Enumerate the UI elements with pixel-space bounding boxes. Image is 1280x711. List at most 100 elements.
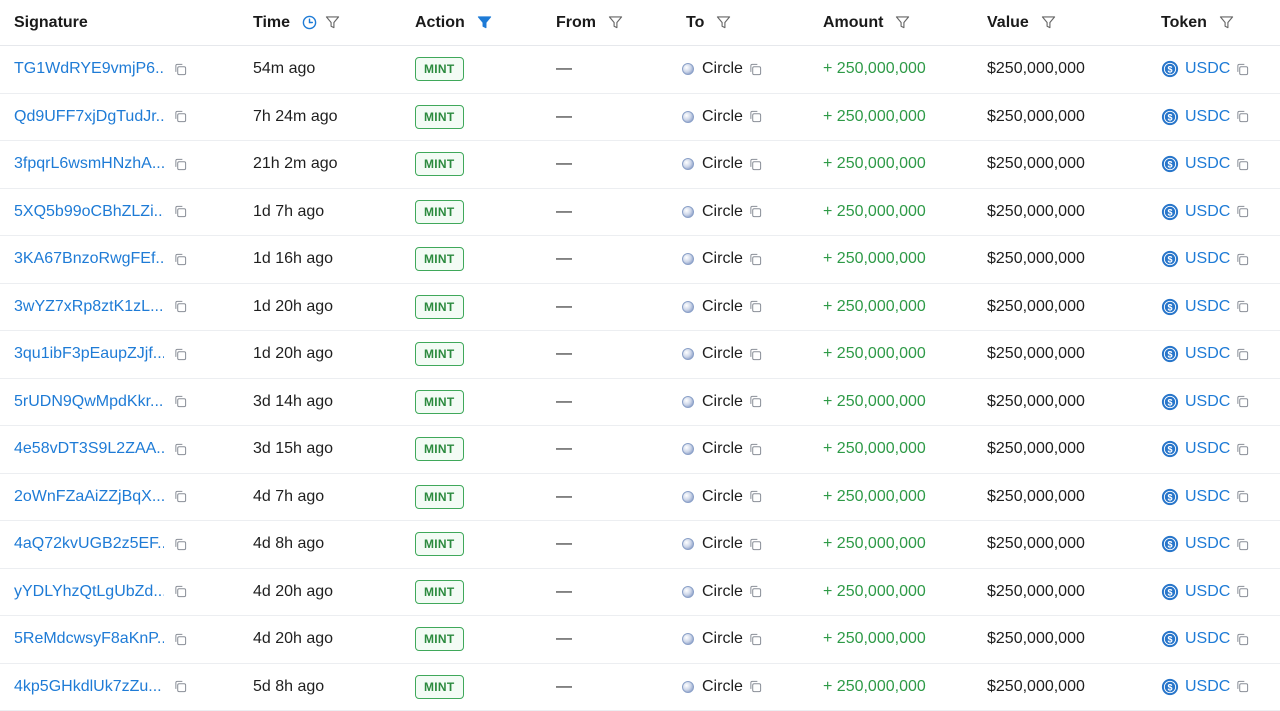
- to-label[interactable]: Circle: [702, 345, 743, 363]
- token-link[interactable]: USDC: [1185, 345, 1230, 363]
- to-label[interactable]: Circle: [702, 440, 743, 458]
- copy-icon[interactable]: [749, 205, 762, 218]
- token-link[interactable]: USDC: [1185, 203, 1230, 221]
- copy-icon[interactable]: [174, 63, 187, 76]
- circle-logo-icon: [682, 206, 694, 218]
- token-link[interactable]: USDC: [1185, 440, 1230, 458]
- copy-icon[interactable]: [749, 538, 762, 551]
- signature-link[interactable]: 2oWnFZaAiZZjBqX...: [14, 488, 164, 506]
- token-link[interactable]: USDC: [1185, 393, 1230, 411]
- to-label[interactable]: Circle: [702, 488, 743, 506]
- to-label[interactable]: Circle: [702, 203, 743, 221]
- copy-icon[interactable]: [174, 633, 187, 646]
- copy-icon[interactable]: [1236, 348, 1249, 361]
- token-link[interactable]: USDC: [1185, 535, 1230, 553]
- clock-icon[interactable]: [302, 15, 317, 30]
- copy-icon[interactable]: [174, 395, 187, 408]
- signature-link[interactable]: TG1WdRYE9vmjP6...: [14, 60, 164, 78]
- copy-icon[interactable]: [1236, 538, 1249, 551]
- copy-icon[interactable]: [749, 633, 762, 646]
- signature-link[interactable]: 3fpqrL6wsmHNzhA...: [14, 155, 164, 173]
- copy-icon[interactable]: [1236, 443, 1249, 456]
- copy-icon[interactable]: [174, 110, 187, 123]
- copy-icon[interactable]: [174, 538, 187, 551]
- to-label[interactable]: Circle: [702, 60, 743, 78]
- token-link[interactable]: USDC: [1185, 108, 1230, 126]
- copy-icon[interactable]: [1236, 490, 1249, 503]
- copy-icon[interactable]: [749, 253, 762, 266]
- copy-icon[interactable]: [1236, 395, 1249, 408]
- copy-icon[interactable]: [749, 395, 762, 408]
- value-cell: $250,000,000: [987, 141, 1085, 188]
- to-label[interactable]: Circle: [702, 298, 743, 316]
- table-row: 4kp5GHkdlUk7zZu... 5d 8h ago MINT — Circ…: [0, 664, 1280, 711]
- signature-link[interactable]: 3wYZ7xRp8ztK1zL...: [14, 298, 164, 316]
- copy-icon[interactable]: [1236, 253, 1249, 266]
- token-link[interactable]: USDC: [1185, 250, 1230, 268]
- copy-icon[interactable]: [749, 110, 762, 123]
- signature-link[interactable]: yYDLYhzQtLgUbZd...: [14, 583, 164, 601]
- copy-icon[interactable]: [749, 443, 762, 456]
- token-link[interactable]: USDC: [1185, 298, 1230, 316]
- copy-icon[interactable]: [174, 680, 187, 693]
- signature-link[interactable]: 4kp5GHkdlUk7zZu...: [14, 678, 164, 696]
- copy-icon[interactable]: [749, 63, 762, 76]
- token-link[interactable]: USDC: [1185, 60, 1230, 78]
- to-label[interactable]: Circle: [702, 678, 743, 696]
- signature-link[interactable]: 4aQ72kvUGB2z5EF...: [14, 535, 164, 553]
- svg-text:$: $: [1167, 255, 1172, 265]
- copy-icon[interactable]: [1236, 680, 1249, 693]
- copy-icon[interactable]: [749, 348, 762, 361]
- copy-icon[interactable]: [174, 205, 187, 218]
- signature-link[interactable]: 3KA67BnzoRwgFEf...: [14, 250, 164, 268]
- filter-icon[interactable]: [608, 15, 623, 30]
- column-value-label: Value: [987, 14, 1029, 32]
- filter-icon[interactable]: [325, 15, 340, 30]
- signature-link[interactable]: Qd9UFF7xjDgTudJr...: [14, 108, 164, 126]
- to-label[interactable]: Circle: [702, 250, 743, 268]
- signature-link[interactable]: 4e58vDT3S9L2ZAA...: [14, 440, 164, 458]
- copy-icon[interactable]: [749, 490, 762, 503]
- filter-icon[interactable]: [716, 15, 731, 30]
- copy-icon[interactable]: [749, 158, 762, 171]
- to-label[interactable]: Circle: [702, 630, 743, 648]
- copy-icon[interactable]: [749, 300, 762, 313]
- copy-icon[interactable]: [1236, 585, 1249, 598]
- copy-icon[interactable]: [749, 680, 762, 693]
- to-label[interactable]: Circle: [702, 393, 743, 411]
- token-link[interactable]: USDC: [1185, 583, 1230, 601]
- filter-icon[interactable]: [1219, 15, 1234, 30]
- signature-link[interactable]: 5XQ5b99oCBhZLZi...: [14, 203, 164, 221]
- copy-icon[interactable]: [1236, 300, 1249, 313]
- copy-icon[interactable]: [1236, 205, 1249, 218]
- to-label[interactable]: Circle: [702, 535, 743, 553]
- signature-link[interactable]: 3qu1ibF3pEaupZJjf...: [14, 345, 164, 363]
- signature-link[interactable]: 5rUDN9QwMpdKkr...: [14, 393, 164, 411]
- to-label[interactable]: Circle: [702, 583, 743, 601]
- filter-active-icon[interactable]: [477, 15, 492, 30]
- copy-icon[interactable]: [174, 158, 187, 171]
- to-label[interactable]: Circle: [702, 108, 743, 126]
- copy-icon[interactable]: [749, 585, 762, 598]
- usdc-icon: $: [1161, 60, 1179, 78]
- token-link[interactable]: USDC: [1185, 678, 1230, 696]
- time-cell: 1d 16h ago: [253, 236, 333, 283]
- action-cell: MINT: [415, 189, 464, 236]
- copy-icon[interactable]: [174, 300, 187, 313]
- copy-icon[interactable]: [174, 253, 187, 266]
- copy-icon[interactable]: [1236, 110, 1249, 123]
- copy-icon[interactable]: [1236, 633, 1249, 646]
- token-link[interactable]: USDC: [1185, 488, 1230, 506]
- signature-link[interactable]: 5ReMdcwsyF8aKnP...: [14, 630, 164, 648]
- filter-icon[interactable]: [895, 15, 910, 30]
- copy-icon[interactable]: [174, 490, 187, 503]
- copy-icon[interactable]: [1236, 158, 1249, 171]
- filter-icon[interactable]: [1041, 15, 1056, 30]
- copy-icon[interactable]: [174, 443, 187, 456]
- to-label[interactable]: Circle: [702, 155, 743, 173]
- token-link[interactable]: USDC: [1185, 630, 1230, 648]
- copy-icon[interactable]: [174, 585, 187, 598]
- copy-icon[interactable]: [174, 348, 187, 361]
- token-link[interactable]: USDC: [1185, 155, 1230, 173]
- copy-icon[interactable]: [1236, 63, 1249, 76]
